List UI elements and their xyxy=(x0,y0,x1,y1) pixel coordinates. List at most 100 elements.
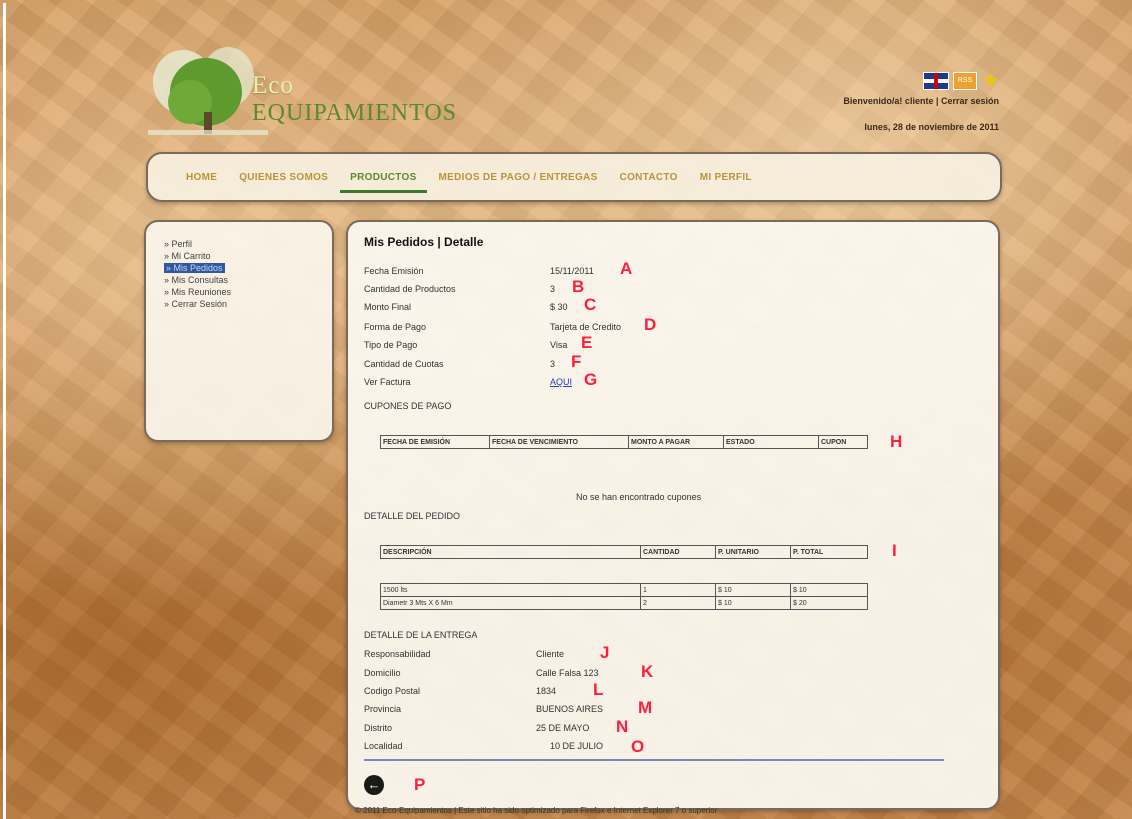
marker-l: L xyxy=(593,680,604,699)
sidebar-item-label: » Mis Pedidos xyxy=(164,263,225,273)
forma-pago-label: Forma de Pago xyxy=(364,322,427,332)
distrito-value: 25 DE MAYO xyxy=(536,723,590,733)
marker-h: H xyxy=(890,432,903,451)
table-cell: $ 10 xyxy=(790,583,868,597)
column-header: DESCRIPCIÓN xyxy=(380,545,641,559)
detalle-rows-table: 1500 lts 1 $ 10 $ 10 Diametr 3 Mts X 6 M… xyxy=(380,583,868,610)
marker-c: C xyxy=(584,295,597,314)
star-icon[interactable]: ★ xyxy=(981,71,999,90)
marker-b: B xyxy=(572,277,585,296)
codigo-postal-label: Codigo Postal xyxy=(364,686,421,696)
sidebar: » Perfil » Mi Carrito » Mis Pedidos » Mi… xyxy=(144,220,334,442)
sidebar-item-perfil[interactable]: » Perfil xyxy=(164,238,231,250)
responsabilidad-value: Cliente xyxy=(536,649,565,659)
rss-icon[interactable]: RSS xyxy=(953,72,977,90)
marker-e: E xyxy=(581,333,593,352)
table-cell: $ 10 xyxy=(715,596,791,610)
domicilio-label: Domicilio xyxy=(364,668,401,678)
site-logo[interactable]: Eco EQUIPAMIENTOS xyxy=(148,42,468,142)
marker-k: K xyxy=(641,662,654,681)
table-header-row: DESCRIPCIÓN CANTIDAD P. UNITARIO P. TOTA… xyxy=(380,545,868,559)
detalle-entrega-section-title: DETALLE DE LA ENTREGA xyxy=(364,630,478,640)
logo-text-eco: Eco xyxy=(252,72,294,99)
column-header: MONTO A PAGAR xyxy=(628,435,724,449)
cantidad-cuotas-label: Cantidad de Cuotas xyxy=(364,359,444,369)
table-cell: Diametr 3 Mts X 6 Mm xyxy=(380,596,641,610)
tipo-pago-value: Visa xyxy=(550,340,568,350)
divider xyxy=(364,759,944,761)
column-header: CUPON xyxy=(818,435,868,449)
cupones-table: FECHA DE EMISIÓN FECHA DE VENCIMIENTO MO… xyxy=(380,435,868,449)
sidebar-item-mis-consultas[interactable]: » Mis Consultas xyxy=(164,274,231,286)
header-user-area: RSS ★ Bienvenido/a! cliente | Cerrar ses… xyxy=(843,71,999,132)
table-cell: 1500 lts xyxy=(380,583,641,597)
marker-o: O xyxy=(631,737,645,756)
responsabilidad-label: Responsabilidad xyxy=(364,649,431,659)
codigo-postal-value: 1834 xyxy=(536,686,557,696)
marker-a: A xyxy=(620,259,633,278)
sidebar-item-mis-reuniones[interactable]: » Mis Reuniones xyxy=(164,286,231,298)
tipo-pago-label: Tipo de Pago xyxy=(364,340,418,350)
empty-cupones-message: No se han encontrado cupones xyxy=(576,492,702,502)
column-header: FECHA DE VENCIMIENTO xyxy=(489,435,629,449)
marker-p: P xyxy=(414,775,426,794)
column-header: CANTIDAD xyxy=(640,545,716,559)
forma-pago-value: Tarjeta de Credito xyxy=(550,322,622,332)
provincia-label: Provincia xyxy=(364,704,402,714)
sidebar-item-mis-pedidos[interactable]: » Mis Pedidos xyxy=(164,262,231,274)
cantidad-cuotas-value: 3 xyxy=(550,359,556,369)
main-navigation: HOME QUIENES SOMOS PRODUCTOS MEDIOS DE P… xyxy=(146,152,1002,202)
provincia-value: BUENOS AIRES xyxy=(536,704,604,714)
back-arrow-icon[interactable]: ← xyxy=(364,775,384,795)
sidebar-item-cerrar-sesion[interactable]: » Cerrar Sesión xyxy=(164,298,231,310)
footer-text: © 2011 Eco-Equipamientos | Este sitio ha… xyxy=(355,806,718,815)
fecha-emision-label: Fecha Emisión xyxy=(364,266,424,276)
marker-g: G xyxy=(584,370,598,389)
marker-d: D xyxy=(644,315,657,334)
nav-item-home[interactable]: HOME xyxy=(186,172,217,183)
localidad-value: 10 DE JULIO xyxy=(550,741,604,751)
page-title: Mis Pedidos | Detalle xyxy=(364,235,484,249)
marker-n: N xyxy=(616,717,629,736)
localidad-label: Localidad xyxy=(364,741,403,751)
table-cell: $ 10 xyxy=(715,583,791,597)
cantidad-productos-value: 3 xyxy=(550,284,556,294)
fecha-emision-value: 15/11/2011 xyxy=(550,266,594,276)
table-cell: 1 xyxy=(640,583,716,597)
logo-text-equipamientos: EQUIPAMIENTOS xyxy=(252,100,458,126)
table-header-row: FECHA DE EMISIÓN FECHA DE VENCIMIENTO MO… xyxy=(380,435,868,449)
marker-j: J xyxy=(600,643,610,662)
nav-item-productos[interactable]: PRODUCTOS xyxy=(340,172,428,193)
uk-flag-icon[interactable] xyxy=(923,72,949,90)
distrito-label: Distrito xyxy=(364,723,393,733)
nav-item-contacto[interactable]: CONTACTO xyxy=(620,172,678,183)
marker-m: M xyxy=(638,698,653,717)
monto-final-label: Monto Final xyxy=(364,302,412,312)
ver-factura-label: Ver Factura xyxy=(364,377,411,387)
table-cell: 2 xyxy=(640,596,716,610)
detalle-header-table: DESCRIPCIÓN CANTIDAD P. UNITARIO P. TOTA… xyxy=(380,545,868,559)
nav-item-medios-de-pago[interactable]: MEDIOS DE PAGO / ENTREGAS xyxy=(439,172,598,183)
tree-logo-icon xyxy=(148,47,268,135)
table-row: 1500 lts 1 $ 10 $ 10 xyxy=(380,583,868,597)
sidebar-item-mi-carrito[interactable]: » Mi Carrito xyxy=(164,250,231,262)
welcome-text[interactable]: Bienvenido/a! cliente | Cerrar sesión xyxy=(843,96,999,106)
marker-f: F xyxy=(571,352,582,371)
cantidad-productos-label: Cantidad de Productos xyxy=(364,284,456,294)
current-date: lunes, 28 de noviembre de 2011 xyxy=(864,122,999,132)
ver-factura-link[interactable]: AQUI xyxy=(550,377,572,387)
domicilio-value: Calle Falsa 123 xyxy=(536,668,599,678)
detalle-pedido-section-title: DETALLE DEL PEDIDO xyxy=(364,511,461,521)
main-content: Mis Pedidos | Detalle Fecha Emisión 15/1… xyxy=(346,220,1000,810)
column-header: FECHA DE EMISIÓN xyxy=(380,435,490,449)
table-row: Diametr 3 Mts X 6 Mm 2 $ 10 $ 20 xyxy=(380,596,868,610)
column-header: P. UNITARIO xyxy=(715,545,791,559)
nav-item-quienes-somos[interactable]: QUIENES SOMOS xyxy=(239,172,328,183)
column-header: P. TOTAL xyxy=(790,545,868,559)
cupones-section-title: CUPONES DE PAGO xyxy=(364,401,452,411)
table-cell: $ 20 xyxy=(790,596,868,610)
nav-item-mi-perfil[interactable]: MI PERFIL xyxy=(700,172,752,183)
marker-i: I xyxy=(892,541,897,560)
monto-final-value: $ 30 xyxy=(550,302,568,312)
column-header: ESTADO xyxy=(723,435,819,449)
